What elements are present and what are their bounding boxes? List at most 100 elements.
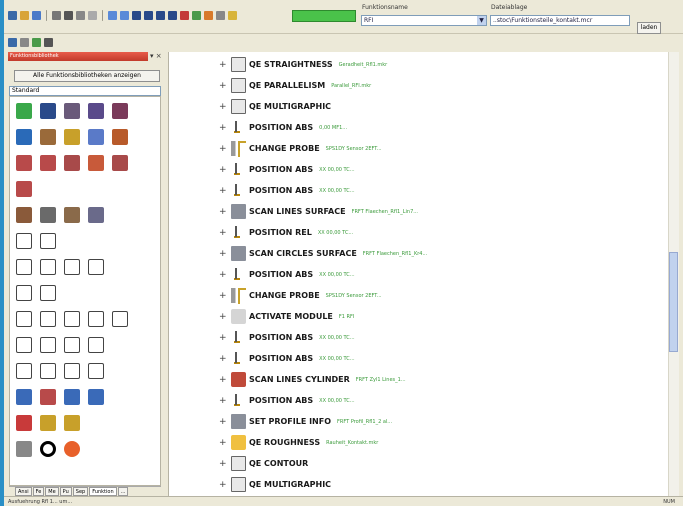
palette-function-icon[interactable] (88, 337, 104, 353)
palette-function-icon[interactable] (16, 363, 32, 379)
expand-icon[interactable]: + (219, 228, 227, 238)
tree-row[interactable]: + ACTIVATE MODULE F1 RFI (219, 306, 354, 327)
palette-tab[interactable]: Pu (59, 487, 72, 496)
palette-function-icon[interactable] (64, 103, 80, 119)
palette-function-icon[interactable] (16, 311, 32, 327)
palette-function-icon[interactable] (40, 259, 56, 275)
tree-row[interactable]: + POSITION ABS 0,00 MF1... (219, 117, 347, 138)
indent-icon[interactable] (156, 11, 165, 20)
tree-row[interactable]: + POSITION ABS XX 00,00 TC... (219, 348, 355, 369)
pin-close-icon[interactable]: ▾ × (150, 52, 162, 60)
palette-function-icon[interactable] (64, 259, 80, 275)
stop-icon[interactable] (180, 11, 189, 20)
palette-function-icon[interactable] (40, 311, 56, 327)
tree-row[interactable]: + POSITION REL XX 00,00 TC... (219, 222, 353, 243)
palette-function-icon[interactable] (64, 337, 80, 353)
expand-icon[interactable]: + (219, 81, 227, 91)
expand-icon[interactable]: + (219, 102, 227, 112)
palette-function-icon[interactable] (16, 233, 32, 249)
palette-function-icon[interactable] (112, 103, 128, 119)
palette-function-icon[interactable] (40, 337, 56, 353)
palette-function-icon[interactable] (88, 155, 104, 171)
palette-function-icon[interactable] (64, 441, 80, 457)
expand-icon[interactable]: + (219, 291, 227, 301)
palette-function-icon[interactable] (64, 311, 80, 327)
palette-function-icon[interactable] (40, 103, 56, 119)
expand-icon[interactable]: + (219, 417, 227, 427)
palette-function-icon[interactable] (16, 285, 32, 301)
expand-icon[interactable]: + (219, 123, 227, 133)
expand-icon[interactable]: + (219, 60, 227, 70)
palette-function-icon[interactable] (16, 155, 32, 171)
expand-icon[interactable]: + (219, 312, 227, 322)
copy-icon[interactable] (76, 11, 85, 20)
palette-function-icon[interactable] (64, 207, 80, 223)
palette-function-icon[interactable] (88, 389, 104, 405)
move-down-icon[interactable] (144, 11, 153, 20)
palette-function-icon[interactable] (40, 389, 56, 405)
print-icon[interactable] (52, 11, 61, 20)
expand-icon[interactable]: + (219, 480, 227, 490)
tree-row[interactable]: + CHANGE PROBE SPS1DY Sensor 2EFT... (219, 138, 382, 159)
palette-function-icon[interactable] (88, 363, 104, 379)
redo-icon[interactable] (120, 11, 129, 20)
chevron-down-icon[interactable]: ▼ (477, 16, 486, 25)
palette-function-icon[interactable] (40, 363, 56, 379)
tree-row[interactable]: + POSITION ABS XX 00,00 TC... (219, 159, 355, 180)
palette-tab[interactable]: Funktion (89, 487, 117, 496)
settings-icon[interactable] (216, 11, 225, 20)
tree-row[interactable]: + QE MULTIGRAPHIC (219, 474, 337, 495)
expand-icon[interactable]: + (219, 186, 227, 196)
save-icon[interactable] (32, 11, 41, 20)
palette-tab[interactable]: Sep (72, 487, 89, 496)
back-icon[interactable] (8, 38, 17, 47)
tree-row[interactable]: + SCAN LINES CYLINDER FRFT Zyl1 Lines_1... (219, 369, 406, 390)
scrollbar-thumb[interactable] (669, 252, 678, 352)
palette-tab[interactable]: ... (117, 487, 129, 496)
vertical-scrollbar[interactable] (668, 52, 679, 496)
palette-function-icon[interactable] (16, 415, 32, 431)
tree-row[interactable]: + POSITION ABS XX 00,00 TC... (219, 327, 355, 348)
palette-tab[interactable]: Ansi (15, 487, 32, 496)
expand-icon[interactable]: + (219, 165, 227, 175)
palette-function-icon[interactable] (40, 285, 56, 301)
function-name-combo[interactable]: RFI ▼ (361, 15, 487, 26)
palette-function-icon[interactable] (88, 207, 104, 223)
tree-row[interactable]: + QE PARALLELISM Parallel_RFI.mkr (219, 75, 371, 96)
paste-icon[interactable] (88, 11, 97, 20)
palette-function-icon[interactable] (40, 415, 56, 431)
palette-function-icon[interactable] (16, 441, 32, 457)
tree-row[interactable]: + QE STRAIGHTNESS Geradheit_Rfl1.mkr (219, 54, 387, 75)
expand-icon[interactable]: + (219, 354, 227, 364)
palette-function-icon[interactable] (112, 311, 128, 327)
home-icon[interactable] (44, 38, 53, 47)
palette-function-icon[interactable] (40, 207, 56, 223)
tree-row[interactable]: + SCAN CIRCLES SURFACE FRFT Flaechen_Rfl1_… (219, 243, 427, 264)
tree-row[interactable]: + SET PROFILE INFO FRFT Profil_Rfl1_2 al..… (219, 411, 392, 432)
palette-function-icon[interactable] (88, 129, 104, 145)
tree-row[interactable]: + SCAN LINES SURFACE FRFT Flaechen_Rfl1_Li… (219, 201, 418, 222)
show-all-libraries-button[interactable]: Alle Funktionsbibliotheken anzeigen (14, 70, 160, 82)
palette-function-icon[interactable] (16, 129, 32, 145)
palette-function-icon[interactable] (40, 129, 56, 145)
library-combo[interactable]: Standard (9, 86, 161, 96)
expand-icon[interactable]: + (219, 249, 227, 259)
refresh-icon[interactable] (32, 38, 41, 47)
palette-function-icon[interactable] (112, 155, 128, 171)
palette-function-icon[interactable] (64, 363, 80, 379)
palette-function-icon[interactable] (40, 155, 56, 171)
tree-row[interactable]: + QE ROUGHNESS Rauheit_Kontakt.mkr (219, 432, 378, 453)
palette-function-icon[interactable] (16, 337, 32, 353)
palette-tab[interactable]: Me (45, 487, 59, 496)
expand-icon[interactable]: + (219, 144, 227, 154)
new-file-icon[interactable] (8, 11, 17, 20)
expand-icon[interactable]: + (219, 459, 227, 469)
palette-function-icon[interactable] (40, 233, 56, 249)
palette-function-icon[interactable] (64, 129, 80, 145)
palette-function-icon[interactable] (16, 259, 32, 275)
file-location-field[interactable]: ..stoc\Funktionsteile_kontakt.mcr (490, 15, 630, 26)
expand-icon[interactable]: + (219, 438, 227, 448)
open-folder-icon[interactable] (20, 11, 29, 20)
undo-icon[interactable] (108, 11, 117, 20)
expand-icon[interactable]: + (219, 375, 227, 385)
